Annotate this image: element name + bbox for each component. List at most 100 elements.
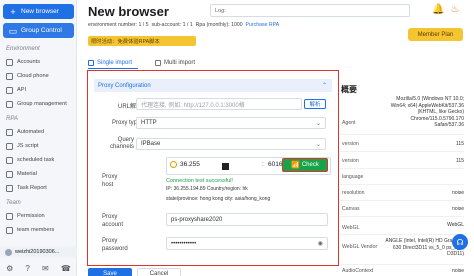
robot-icon (6, 128, 13, 136)
query-channel-select[interactable]: IPBase ⌄ (136, 138, 326, 150)
script-icon (6, 142, 13, 150)
env-value: 1 / 5 (138, 22, 149, 28)
divider (340, 264, 464, 265)
save-button[interactable]: Save (88, 268, 132, 276)
sidebar-item-scheduled-task[interactable]: scheduled task (6, 155, 54, 165)
proxy-config-header[interactable]: Proxy Configuration ⌃ (94, 79, 332, 92)
eye-icon[interactable]: ◉ (318, 240, 323, 247)
active-tab-indicator (88, 68, 138, 69)
ov-value-audiocontext: noise (452, 268, 464, 274)
overview-title: 概要 (341, 85, 357, 94)
purchase-rpa-link[interactable]: Purchase RPA (246, 22, 280, 28)
group-control-label: Group Control (21, 27, 62, 34)
sidebar-item-label: Permission (17, 213, 45, 219)
sidebar-item-accounts[interactable]: Accounts (6, 57, 40, 67)
mail-icon[interactable]: ✉ (42, 264, 49, 273)
ov-label-version: version (342, 141, 359, 147)
host-ip-value: 36.255 (180, 161, 200, 168)
url-input[interactable]: 代理连接, 例如: http://127.0.0.1:3000格 (136, 98, 302, 110)
sidebar-item-team-members[interactable]: team members (6, 225, 54, 235)
plus-icon: + (10, 6, 16, 17)
sidebar-item-task-report[interactable]: Task Report (6, 183, 47, 193)
sidebar-footer: ⚙ ? ✉ ☎ (0, 260, 77, 276)
parse-button[interactable]: 解析 (304, 99, 326, 109)
ov-value-agent: Mozilla/5.0 (Windows NT 10.0; Win64; x64… (390, 96, 464, 128)
sidebar-item-group-management[interactable]: Group management (6, 99, 67, 109)
proxy-password-input[interactable]: •••••••••••• ◉ (166, 237, 328, 250)
ov-label-version-2: version (342, 158, 359, 164)
sidebar-item-automated[interactable]: Automated (6, 127, 44, 137)
sidebar-item-api[interactable]: API (6, 85, 26, 95)
check-button[interactable]: 📶 Check (282, 158, 328, 172)
sidebar-item-js-script[interactable]: JS script (6, 141, 38, 151)
sidebar-item-label: team members (17, 227, 55, 233)
monitor-icon: ▭ (8, 25, 18, 36)
divider (340, 234, 464, 235)
cancel-button[interactable]: Cancel (137, 268, 181, 276)
port-separator: : (262, 161, 264, 168)
section-rpa: RPA (6, 116, 18, 122)
ov-value-resolution: noise (452, 190, 464, 196)
member-plan-button[interactable]: Member Plan (408, 28, 463, 41)
proxy-type-label: Proxy type: (111, 120, 142, 126)
group-control-button[interactable]: ▭ Group Control (3, 23, 74, 38)
ov-value-webgl: WebGL (447, 222, 464, 228)
settings-icon[interactable]: ⚙ (6, 264, 13, 273)
location-info: state/province: hong kong city: asia/hon… (166, 196, 271, 202)
sidebar: + New browser ▭ Group Control Environmen… (0, 0, 77, 276)
chevron-down-icon: ⌄ (315, 120, 321, 127)
sidebar-item-cloud-phone[interactable]: Cloud phone (6, 71, 49, 81)
users-icon (6, 226, 13, 234)
proxy-config-panel: Proxy Configuration ⌃ URL解析 代理连接, 例如: ht… (87, 70, 339, 266)
proxy-type-select[interactable]: HTTP ⌄ (136, 117, 326, 129)
ov-label-webgl-vendor: WebGL Vendor (342, 244, 378, 250)
flame-icon[interactable]: ♨ (450, 4, 459, 15)
sidebar-item-label: Task Report (17, 185, 47, 191)
query-channels-label: Query channels (109, 137, 134, 150)
sidebar-item-label: Accounts (17, 59, 41, 65)
page-title: New browser (88, 4, 169, 19)
divider (340, 184, 464, 185)
port-value[interactable]: 6016 (268, 161, 282, 168)
ov-label-audiocontext: AudioContext (342, 268, 374, 274)
accounts-icon (6, 58, 13, 66)
header-icons: 🔔 ♨ (432, 4, 459, 15)
proxy-password-label: Proxy password (102, 238, 128, 252)
support-chat-button[interactable]: ☊ (452, 234, 468, 250)
proxy-host-label: Proxy host (102, 174, 118, 188)
clock-icon (170, 161, 177, 168)
phone-icon (6, 72, 13, 80)
files-icon (155, 60, 161, 66)
divider (340, 200, 464, 201)
phone-support-icon[interactable]: ☎ (61, 264, 71, 273)
clock-icon (6, 156, 13, 164)
host-ip: 36.255 (170, 161, 200, 168)
username: weizhi20190306... (15, 249, 60, 255)
env-label: environment number: (88, 22, 139, 28)
ov-label-agent: Agent (342, 120, 356, 126)
proxy-account-input[interactable]: ps-proxyshare2020 (166, 213, 328, 226)
section-environment: Environment (6, 46, 40, 52)
tab-multi-import[interactable]: Multi import (155, 60, 195, 66)
sidebar-item-permission[interactable]: Permission (6, 211, 45, 221)
help-icon[interactable]: ? (25, 264, 29, 273)
sidebar-item-label: Group management (17, 101, 67, 107)
ov-value-canvas: noise (452, 206, 464, 212)
sub-label: sub-account: (151, 22, 183, 28)
promo-banner[interactable]: 限时活动：免费体验RPA脚本 (88, 36, 196, 46)
api-icon (6, 86, 13, 94)
divider (340, 151, 464, 152)
sidebar-item-label: Cloud phone (17, 73, 49, 79)
wifi-icon: 📶 (291, 162, 300, 169)
ov-label-canvas: Canvas (342, 206, 360, 212)
sidebar-item-label: Automated (17, 129, 45, 135)
user-account[interactable]: weizhi20190306... (0, 246, 77, 258)
sidebar-item-material[interactable]: Material (6, 169, 37, 179)
proxy-type-value: HTTP (141, 120, 157, 126)
log-input[interactable]: Log: (210, 4, 410, 17)
file-icon (88, 60, 94, 66)
tab-single-import[interactable]: Single import (88, 60, 132, 66)
notification-icon[interactable]: 🔔 (432, 4, 444, 15)
new-browser-button[interactable]: + New browser (3, 4, 74, 19)
url-label: URL解析 (117, 104, 142, 110)
